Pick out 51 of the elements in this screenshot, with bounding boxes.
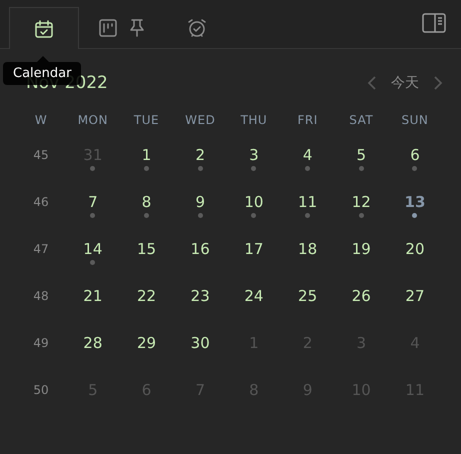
day-number[interactable]: 13 [404,192,426,212]
column-header: TUE [134,113,160,127]
day-number[interactable]: 28 [83,332,102,352]
day-number[interactable]: 12 [352,192,371,212]
day-number[interactable]: 6 [410,144,420,164]
day-number[interactable]: 27 [405,286,425,306]
week-number: 47 [33,242,49,256]
column-header: W [34,113,48,127]
day-number[interactable]: 23 [190,286,210,306]
day-number[interactable]: 25 [298,286,318,306]
day-number[interactable]: 10 [244,192,264,212]
today-button[interactable]: 今天 [391,74,419,92]
pin-icon [129,19,145,37]
day-number[interactable]: 1 [142,144,152,164]
day-number[interactable]: 4 [302,144,312,164]
calendar-icon [34,18,54,38]
day-number[interactable]: 8 [142,192,152,212]
day-number[interactable]: 30 [190,332,210,352]
day-number[interactable]: 29 [136,332,156,352]
day-number[interactable]: 26 [352,286,371,306]
sidebar-toggle-icon[interactable] [422,13,446,33]
week-number: 48 [33,288,49,302]
column-header: MON [78,113,108,127]
day-number[interactable]: 21 [83,286,102,306]
day-number[interactable]: 15 [136,238,156,258]
day-number[interactable]: 2 [195,144,205,164]
day-number[interactable]: 11 [298,192,318,212]
day-number[interactable]: 20 [405,238,425,258]
column-header: FRI [297,113,318,127]
column-header: WED [185,113,216,127]
day-number[interactable]: 5 [356,144,366,164]
day-number[interactable]: 17 [244,238,264,258]
alarm-clock-icon [187,18,207,38]
week-number: 46 [33,194,49,208]
day-number[interactable]: 19 [352,238,371,258]
column-header: THU [240,113,268,127]
week-number: 45 [33,148,49,162]
tab[interactable] [9,7,79,49]
day-number[interactable]: 22 [136,286,156,306]
day-number[interactable]: 16 [190,238,210,258]
column-header: SUN [402,113,428,127]
day-number[interactable]: 24 [244,286,264,306]
day-number[interactable]: 18 [298,238,318,258]
day-number[interactable]: 7 [88,192,98,212]
week-number: 49 [33,336,49,350]
day-number[interactable]: 14 [83,238,102,258]
board-icon [99,19,117,37]
week-number: 50 [33,382,49,396]
day-number[interactable]: 3 [249,144,259,164]
day-number[interactable]: 9 [195,192,205,212]
column-header: SAT [349,113,374,127]
